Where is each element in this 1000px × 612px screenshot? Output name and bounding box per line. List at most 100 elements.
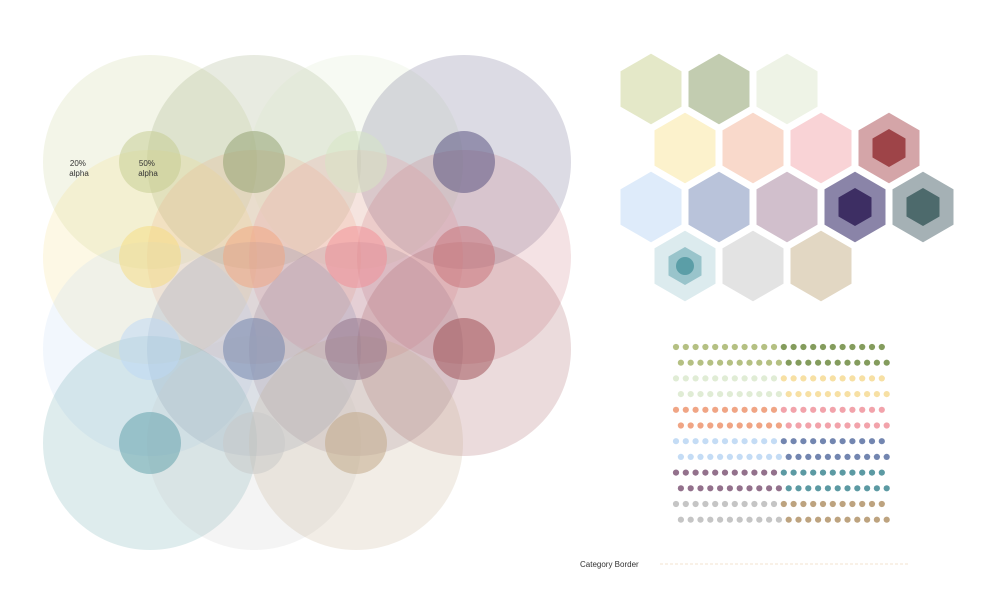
dot-r2-8 [751, 375, 758, 382]
dot-r11-20 [873, 516, 881, 523]
dot-r7-16 [834, 453, 841, 460]
dot-r7-11 [785, 453, 792, 460]
dot-r0-5 [721, 343, 729, 351]
dot-r0-17 [839, 343, 846, 351]
dot-r4-18 [849, 406, 856, 413]
dot-r2-6 [731, 375, 738, 382]
dot-r3-5 [726, 391, 734, 398]
dot-r9-4 [717, 485, 724, 492]
dot-r7-21 [883, 453, 890, 460]
dot-r2-18 [849, 375, 856, 382]
dot-r0-3 [702, 343, 709, 351]
dot-r10-11 [780, 500, 787, 508]
dot-r5-9 [766, 422, 773, 429]
dot-r11-1 [687, 516, 694, 523]
dot-r5-15 [824, 422, 832, 429]
small-circle-r1c1 [223, 226, 285, 288]
dot-r1-10 [775, 359, 783, 366]
dot-r4-12 [790, 406, 797, 413]
dot-r9-9 [766, 485, 773, 492]
dot-r3-21 [883, 391, 890, 398]
hex-swatch-2 [753, 50, 821, 128]
dot-r6-6 [731, 438, 738, 445]
dot-r7-10 [775, 453, 783, 460]
dot-r4-4 [712, 406, 719, 413]
dot-r3-7 [746, 391, 753, 398]
hex-swatch-14 [787, 227, 855, 305]
dot-r7-3 [707, 453, 714, 460]
dot-r0-1 [682, 343, 689, 351]
dot-r10-13 [800, 500, 807, 508]
dot-r5-12 [795, 422, 802, 429]
dot-r5-13 [805, 422, 812, 429]
dot-r3-13 [805, 391, 812, 398]
small-circle-r1c3 [433, 226, 495, 288]
dot-r0-4 [712, 343, 719, 351]
dot-r11-8 [756, 516, 763, 523]
dot-r9-0 [677, 485, 685, 492]
hex-swatch-9 [753, 168, 821, 246]
dot-r7-19 [864, 453, 871, 460]
dot-r7-2 [697, 453, 704, 460]
dot-r3-8 [756, 391, 763, 398]
dot-r8-15 [819, 469, 827, 476]
large-alpha-circles [43, 55, 571, 550]
dot-r8-20 [868, 469, 876, 476]
dot-r4-14 [810, 406, 817, 413]
dot-r0-0 [672, 343, 680, 351]
dot-r2-16 [829, 375, 836, 382]
dot-r2-14 [810, 375, 817, 382]
small-circle-r0c1 [223, 131, 285, 193]
dot-r5-7 [746, 422, 753, 429]
dot-r11-13 [805, 516, 812, 523]
dot-r8-16 [829, 469, 836, 476]
dot-matrix-swatches [672, 343, 890, 523]
dot-r6-0 [672, 438, 680, 445]
dot-r9-20 [873, 485, 881, 492]
dot-r0-21 [878, 343, 885, 351]
dot-r10-19 [859, 500, 866, 508]
dot-r9-7 [746, 485, 753, 492]
dot-r7-7 [746, 453, 753, 460]
dot-r4-5 [721, 406, 729, 413]
dot-r10-9 [761, 500, 768, 508]
dot-r3-11 [785, 391, 792, 398]
dot-r4-6 [731, 406, 738, 413]
dot-r11-3 [707, 516, 714, 523]
dot-r7-17 [844, 453, 851, 460]
dot-r10-12 [790, 500, 797, 508]
dot-r5-17 [844, 422, 851, 429]
dot-r0-16 [829, 343, 836, 351]
small-circle-r2c2 [325, 318, 387, 380]
dot-r9-8 [756, 485, 763, 492]
dot-r4-20 [868, 406, 876, 413]
hex-swatch-4 [719, 109, 787, 187]
dot-r7-18 [854, 453, 861, 460]
dot-r2-5 [721, 375, 729, 382]
dot-r3-14 [815, 391, 822, 398]
dot-r1-11 [785, 359, 792, 366]
dot-r1-4 [717, 359, 724, 366]
dot-r10-4 [712, 500, 719, 508]
dot-r8-4 [712, 469, 719, 476]
dot-r11-10 [775, 516, 783, 523]
hex-core-dot-12 [676, 257, 694, 275]
dot-r3-16 [834, 391, 841, 398]
dot-r7-9 [766, 453, 773, 460]
hex-swatch-1 [685, 50, 753, 128]
dot-r5-5 [726, 422, 734, 429]
dot-r11-5 [726, 516, 734, 523]
dot-r9-16 [834, 485, 841, 492]
dot-r4-21 [878, 406, 885, 413]
dot-r10-17 [839, 500, 846, 508]
small-circle-r2c1 [223, 318, 285, 380]
dot-r4-15 [819, 406, 827, 413]
dot-r3-15 [824, 391, 832, 398]
dot-r6-18 [849, 438, 856, 445]
dot-r11-16 [834, 516, 841, 523]
dot-r6-15 [819, 438, 827, 445]
dot-r8-10 [770, 469, 778, 476]
color-palette-canvas: 20% alpha 50% alpha Category Border [43, 50, 957, 569]
dot-r10-18 [849, 500, 856, 508]
dot-r3-20 [873, 391, 881, 398]
